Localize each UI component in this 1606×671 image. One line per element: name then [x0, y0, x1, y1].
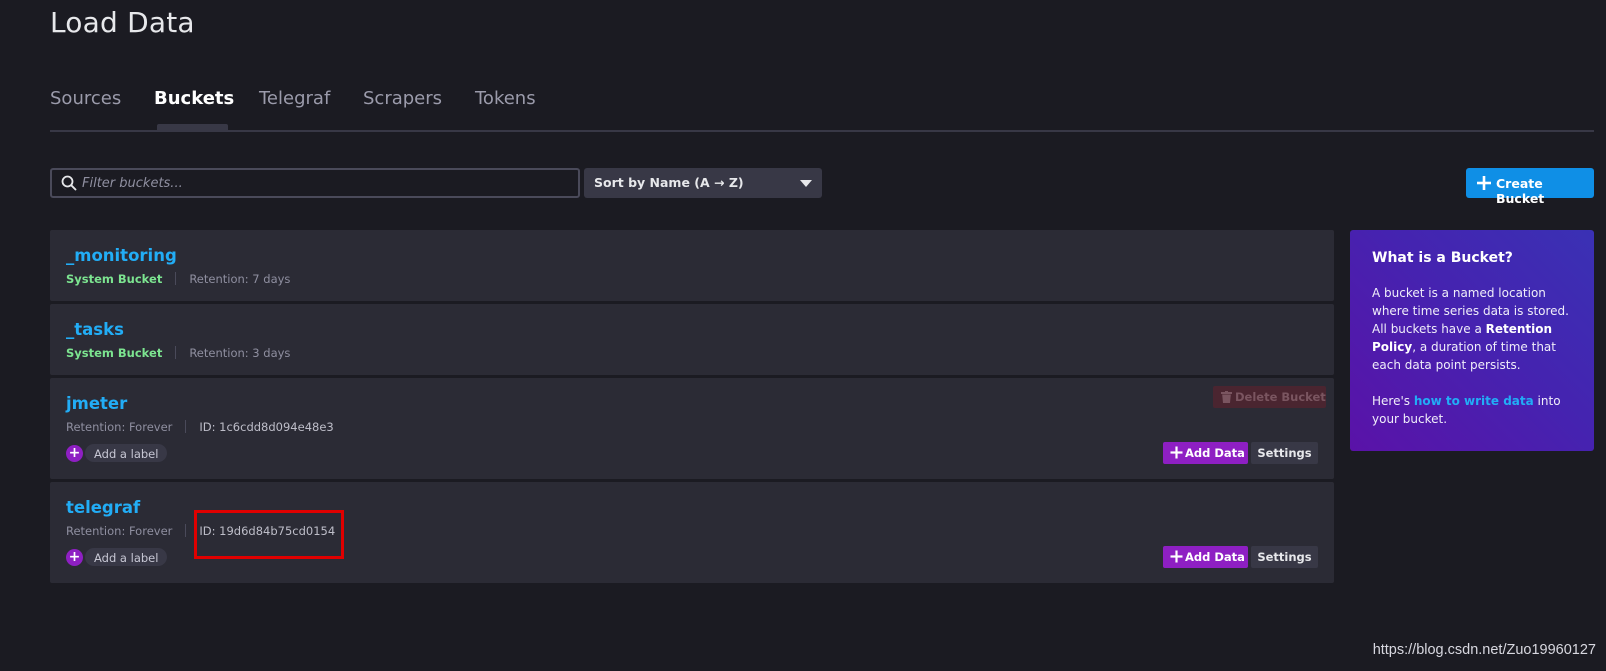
bucket-name-link[interactable]: _tasks [66, 320, 124, 339]
plus-circle-icon: + [66, 549, 83, 566]
watermark-url: https://blog.csdn.net/Zuo19960127 [1372, 642, 1596, 658]
system-bucket-badge: System Bucket [66, 272, 163, 286]
plus-icon [1477, 176, 1491, 190]
add-data-button[interactable]: Add Data [1163, 442, 1248, 464]
settings-button[interactable]: Settings [1251, 546, 1318, 568]
trash-icon [1221, 391, 1232, 403]
bucket-meta: System Bucket Retention: 3 days [66, 346, 290, 360]
divider [175, 346, 177, 359]
page-title: Load Data [50, 6, 195, 39]
add-data-label: Add Data [1185, 446, 1245, 460]
bucket-meta: Retention: Forever ID: 19d6d84b75cd0154 [66, 524, 335, 538]
bucket-name-link[interactable]: jmeter [66, 394, 127, 413]
delete-bucket-button[interactable]: Delete Bucket [1213, 386, 1326, 408]
info-text: Here's [1372, 394, 1414, 408]
add-label-text: Add a label [85, 444, 168, 462]
filter-buckets-field[interactable] [50, 168, 580, 198]
tab-scrapers[interactable]: Scrapers [363, 88, 442, 109]
filter-buckets-input[interactable] [82, 170, 572, 196]
caret-down-icon [800, 180, 812, 187]
retention-text: Retention: 7 days [189, 272, 291, 286]
how-to-write-data-link[interactable]: how to write data [1414, 394, 1534, 408]
what-is-a-bucket-panel: What is a Bucket? A bucket is a named lo… [1350, 230, 1594, 451]
bucket-meta: System Bucket Retention: 7 days [66, 272, 290, 286]
delete-bucket-label: Delete Bucket [1235, 390, 1326, 404]
bucket-id-text: ID: 1c6cdd8d094e48e3 [199, 420, 334, 434]
add-label-text: Add a label [85, 548, 168, 566]
active-tab-indicator [157, 124, 228, 132]
system-bucket-badge: System Bucket [66, 346, 163, 360]
bucket-card-monitoring: _monitoring System Bucket Retention: 7 da… [50, 230, 1334, 301]
add-data-button[interactable]: Add Data [1163, 546, 1248, 568]
divider [185, 420, 187, 433]
sort-dropdown[interactable]: Sort by Name (A → Z) [584, 168, 822, 198]
retention-text: Retention: Forever [66, 420, 173, 434]
divider [185, 524, 187, 537]
bucket-name-link[interactable]: telegraf [66, 498, 140, 517]
load-data-page: Load Data Sources Buckets Telegraf Scrap… [0, 0, 1606, 671]
bucket-card-jmeter: jmeter Retention: Forever ID: 1c6cdd8d094… [50, 378, 1334, 479]
bucket-card-telegraf: telegraf Retention: Forever ID: 19d6d84b7… [50, 482, 1334, 583]
plus-circle-icon: + [66, 445, 83, 462]
bucket-meta: Retention: Forever ID: 1c6cdd8d094e48e3 [66, 420, 334, 434]
retention-text: Retention: Forever [66, 524, 173, 538]
plus-icon [1170, 446, 1183, 459]
tab-tokens[interactable]: Tokens [475, 88, 536, 109]
bucket-id-text: ID: 19d6d84b75cd0154 [199, 524, 336, 538]
info-paragraph-definition: A bucket is a named location where time … [1372, 284, 1574, 374]
tab-sources[interactable]: Sources [50, 88, 121, 109]
create-bucket-label: Create Bucket [1496, 176, 1545, 206]
info-paragraph-howto: Here's how to write data into your bucke… [1372, 392, 1574, 428]
plus-icon [1170, 550, 1183, 563]
tab-buckets[interactable]: Buckets [154, 88, 234, 109]
tab-bar: Sources Buckets Telegraf Scrapers Tokens [50, 86, 1594, 132]
add-data-label: Add Data [1185, 550, 1245, 564]
bucket-card-tasks: _tasks System Bucket Retention: 3 days [50, 304, 1334, 375]
retention-text: Retention: 3 days [189, 346, 291, 360]
search-icon [61, 175, 77, 191]
tab-telegraf[interactable]: Telegraf [259, 88, 330, 109]
info-panel-title: What is a Bucket? [1372, 250, 1513, 266]
settings-button[interactable]: Settings [1251, 442, 1318, 464]
bucket-name-link[interactable]: _monitoring [66, 246, 177, 265]
create-bucket-button[interactable]: Create Bucket [1466, 168, 1594, 206]
divider [175, 272, 177, 285]
sort-dropdown-value: Sort by Name (A → Z) [594, 175, 744, 190]
